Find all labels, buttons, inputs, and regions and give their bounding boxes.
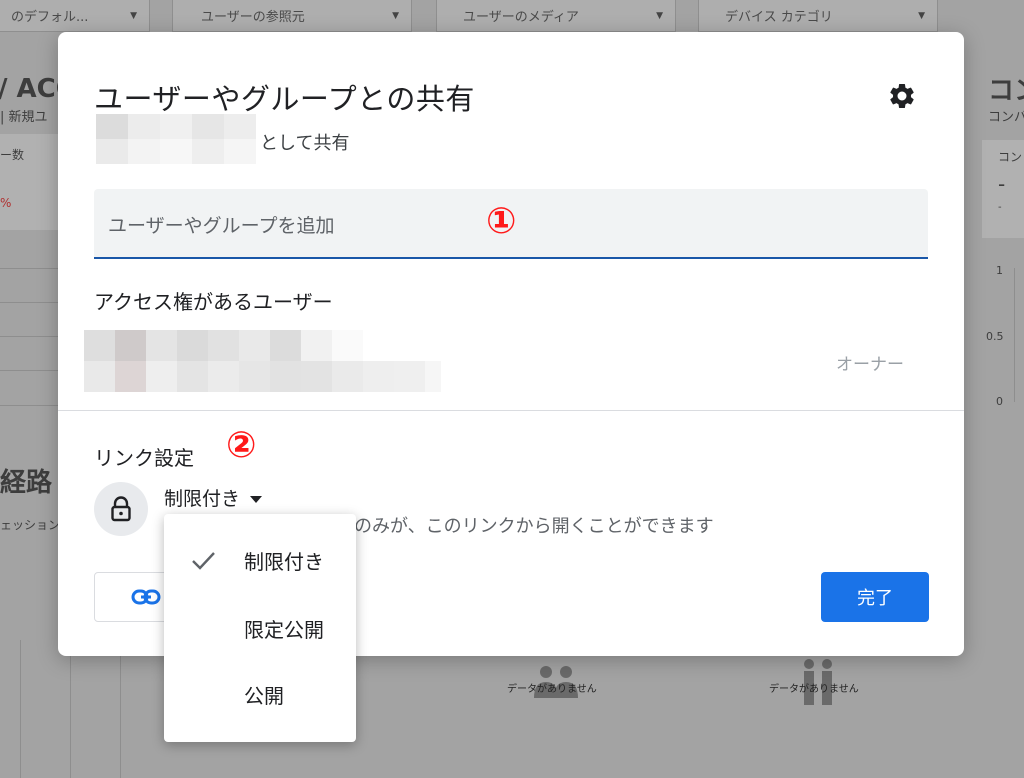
caret-down-icon: ▼ — [392, 10, 399, 21]
filter-dropdown: ユーザーの参照元 ▼ — [172, 0, 412, 32]
link-restriction-dropdown[interactable]: 制限付き — [164, 484, 263, 511]
bg-left-session: ェッション — [0, 518, 61, 532]
bg-axis-tick: 0.5 — [986, 330, 1004, 343]
bg-left-sub: | 新規ユ — [0, 110, 48, 125]
filter-label: デバイス カテゴリ — [725, 10, 833, 25]
bg-gridline — [70, 640, 71, 778]
access-heading: アクセス権があるユーザー — [94, 290, 333, 314]
restriction-description: のみが、このリンクから開くことができます — [354, 516, 714, 537]
check-icon — [190, 548, 216, 576]
gear-icon[interactable] — [884, 78, 920, 114]
menu-item-limited[interactable]: 限定公開 — [164, 598, 356, 658]
bg-gridline — [0, 405, 58, 406]
bg-right-dash-small: - — [998, 202, 1002, 213]
bg-gridline — [0, 302, 58, 303]
caret-down-icon — [250, 495, 263, 503]
bg-no-data: データがありません — [507, 684, 597, 695]
filter-dropdown: ユーザーのメディア ▼ — [436, 0, 676, 32]
filter-label: ユーザーの参照元 — [201, 10, 305, 25]
link-icon — [131, 585, 161, 613]
section-divider — [58, 410, 964, 411]
annotation-badge-1: ① — [486, 201, 517, 242]
bg-axis-tick: 0 — [996, 395, 1003, 408]
caret-down-icon: ▼ — [656, 10, 663, 21]
bg-gridline — [20, 640, 21, 778]
owner-role-label: オーナー — [836, 355, 904, 375]
bg-left-pct: % — [0, 196, 12, 210]
blurred-owner-account — [84, 330, 441, 392]
bg-gridline — [0, 268, 58, 269]
menu-item-public[interactable]: 公開 — [164, 664, 356, 724]
restriction-label: 制限付き — [164, 488, 241, 510]
link-settings-heading: リンク設定 — [94, 446, 194, 470]
done-button[interactable]: 完了 — [821, 572, 929, 622]
annotation-badge-2: ② — [226, 425, 257, 466]
bg-right-dash: - — [998, 172, 1006, 196]
lock-icon — [94, 482, 148, 536]
restriction-menu: 制限付き 限定公開 公開 — [164, 514, 356, 742]
filter-label: ユーザーのメディア — [463, 10, 579, 25]
bg-right-sub: コンバ — [988, 110, 1024, 125]
bg-no-data: データがありません — [769, 684, 859, 695]
add-people-placeholder: ユーザーやグループを追加 — [108, 215, 335, 237]
bg-left-section: 経路 — [0, 468, 53, 498]
bg-gridline — [0, 336, 58, 337]
menu-item-restricted[interactable]: 制限付き — [164, 530, 356, 590]
bg-axis-line — [1014, 268, 1015, 402]
bg-gridline — [0, 370, 58, 371]
bg-right-metric: コン — [998, 150, 1023, 164]
caret-down-icon: ▼ — [130, 10, 137, 21]
caret-down-icon: ▼ — [918, 10, 925, 21]
share-as-label: として共有 — [260, 133, 350, 154]
bg-axis-tick: 1 — [996, 264, 1003, 277]
filter-label: のデフォル... — [11, 10, 89, 25]
bg-gridline — [120, 640, 121, 778]
menu-item-label: 限定公開 — [244, 618, 324, 642]
menu-item-label: 公開 — [244, 684, 284, 708]
menu-item-label: 制限付き — [244, 550, 324, 574]
bg-right-heading: コン — [988, 76, 1024, 106]
dialog-title: ユーザーやグループとの共有 — [94, 82, 475, 116]
bg-left-metric: ー数 — [0, 148, 25, 162]
filter-dropdown: デバイス カテゴリ ▼ — [698, 0, 938, 32]
filter-dropdown: のデフォル... ▼ — [0, 0, 150, 32]
blurred-account-name — [96, 114, 256, 164]
